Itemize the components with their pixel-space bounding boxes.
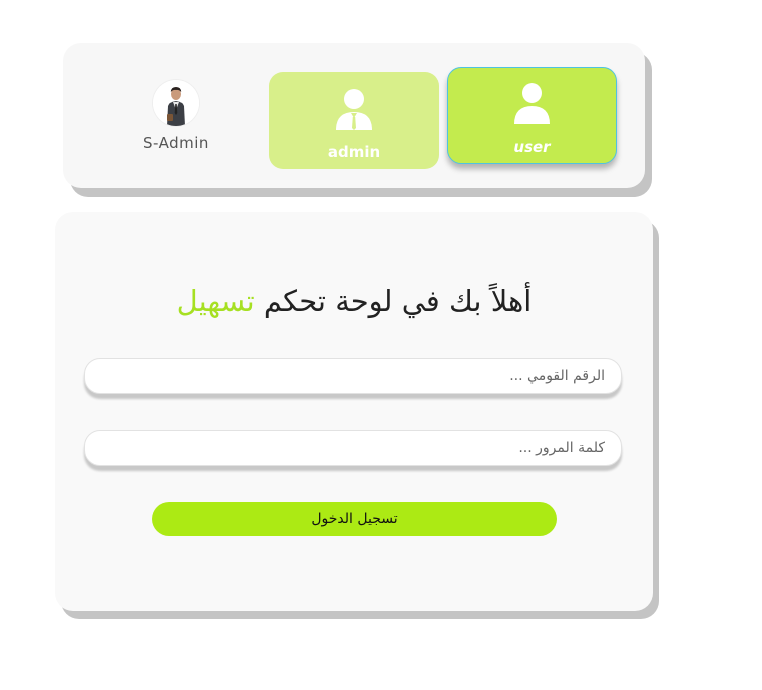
admin-user-icon (336, 89, 372, 130)
role-user-button[interactable]: user (447, 67, 617, 164)
password-input[interactable] (85, 431, 621, 465)
role-selector-card: S-Admin admin user (63, 43, 645, 188)
profile-name: S-Admin (143, 134, 209, 152)
welcome-heading: أهلاً بك في لوحة تحكم تسهيل (55, 284, 653, 318)
login-button[interactable]: تسجيل الدخول (152, 502, 557, 536)
person-avatar-icon (153, 80, 199, 126)
role-admin-label: admin (327, 143, 381, 161)
role-user-label: user (513, 138, 551, 156)
role-admin-button[interactable]: admin (269, 72, 439, 169)
login-card: أهلاً بك في لوحة تحكم تسهيل تسجيل الدخول (55, 212, 653, 611)
national-id-input[interactable] (85, 359, 621, 393)
national-id-field (84, 358, 622, 394)
avatar (153, 80, 199, 126)
welcome-text: أهلاً بك في لوحة تحكم (263, 284, 532, 318)
user-icon (514, 83, 550, 124)
brand-name: تسهيل (176, 284, 255, 318)
profile: S-Admin (126, 80, 226, 152)
password-field (84, 430, 622, 466)
